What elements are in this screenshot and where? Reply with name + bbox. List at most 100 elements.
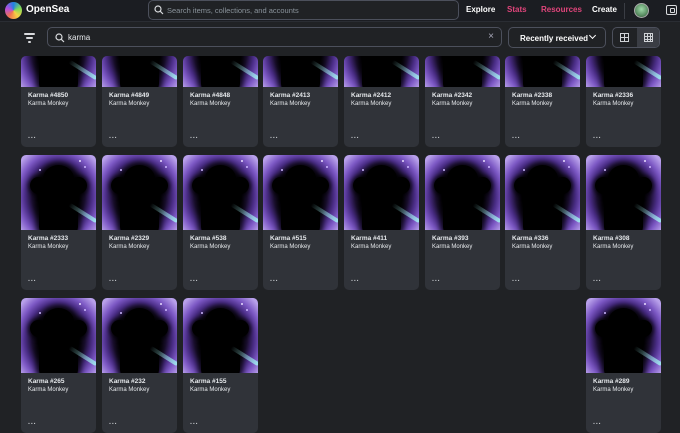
nft-title: Karma #2413	[270, 92, 311, 99]
nft-image[interactable]	[183, 56, 258, 87]
nft-image[interactable]	[21, 298, 96, 373]
more-options-button[interactable]: ···	[432, 135, 441, 142]
nft-collection-name: Karma Monkey	[351, 244, 392, 250]
view-mode-toggle	[612, 27, 660, 48]
global-search-input[interactable]: Search items, collections, and accounts	[148, 0, 459, 20]
nft-image[interactable]	[344, 155, 419, 230]
more-options-button[interactable]: ···	[432, 278, 441, 285]
nft-card[interactable]: Karma #155 Karma Monkey ···	[183, 298, 258, 433]
more-options-button[interactable]: ···	[593, 421, 602, 428]
more-options-button[interactable]: ···	[593, 135, 602, 142]
nft-title: Karma #2329	[109, 235, 150, 242]
nft-title: Karma #265	[28, 378, 65, 385]
nft-image[interactable]	[505, 155, 580, 230]
more-options-button[interactable]: ···	[28, 135, 37, 142]
more-options-button[interactable]: ···	[109, 135, 118, 142]
nft-image[interactable]	[586, 298, 661, 373]
brand-name[interactable]: OpenSea	[26, 4, 69, 15]
nft-card[interactable]: Karma #2329 Karma Monkey ···	[102, 155, 177, 290]
more-options-button[interactable]: ···	[512, 135, 521, 142]
nft-card[interactable]: Karma #308 Karma Monkey ···	[586, 155, 661, 290]
nft-card[interactable]: Karma #4850 Karma Monkey ···	[21, 56, 96, 147]
nft-card[interactable]: Karma #232 Karma Monkey ···	[102, 298, 177, 433]
nft-image[interactable]	[102, 298, 177, 373]
more-options-button[interactable]: ···	[109, 278, 118, 285]
more-options-button[interactable]: ···	[270, 135, 279, 142]
small-grid-view-button[interactable]	[637, 28, 659, 47]
top-navigation-bar: OpenSea Search items, collections, and a…	[0, 0, 680, 22]
more-options-button[interactable]: ···	[351, 135, 360, 142]
wallet-icon[interactable]	[666, 5, 677, 15]
more-options-button[interactable]: ···	[270, 278, 279, 285]
more-options-button[interactable]: ···	[190, 135, 199, 142]
sort-dropdown-label: Recently received	[520, 34, 589, 43]
large-grid-view-button[interactable]	[613, 28, 637, 47]
nft-collection-name: Karma Monkey	[512, 244, 553, 250]
nft-card[interactable]: Karma #265 Karma Monkey ···	[21, 298, 96, 433]
nft-image[interactable]	[21, 56, 96, 87]
more-options-button[interactable]: ···	[190, 278, 199, 285]
opensea-logo-icon[interactable]	[5, 2, 22, 19]
more-options-button[interactable]: ···	[512, 278, 521, 285]
nft-title: Karma #232	[109, 378, 146, 385]
more-options-button[interactable]: ···	[28, 278, 37, 285]
nft-card[interactable]: Karma #2412 Karma Monkey ···	[344, 56, 419, 147]
nft-collection-name: Karma Monkey	[109, 387, 150, 393]
more-options-button[interactable]: ···	[351, 278, 360, 285]
nft-collection-name: Karma Monkey	[593, 244, 634, 250]
nft-card[interactable]: Karma #411 Karma Monkey ···	[344, 155, 419, 290]
nft-image[interactable]	[263, 155, 338, 230]
nft-image[interactable]	[183, 298, 258, 373]
nft-image[interactable]	[586, 56, 661, 87]
more-options-button[interactable]: ···	[593, 278, 602, 285]
clear-search-icon[interactable]: ×	[488, 31, 494, 42]
filter-toggle-icon[interactable]	[24, 31, 38, 43]
nft-image[interactable]	[263, 56, 338, 87]
nft-card[interactable]: Karma #4849 Karma Monkey ···	[102, 56, 177, 147]
search-icon	[55, 33, 65, 43]
nft-card[interactable]: Karma #2333 Karma Monkey ···	[21, 155, 96, 290]
nft-title: Karma #2333	[28, 235, 69, 242]
profile-avatar[interactable]	[634, 3, 649, 18]
more-options-button[interactable]: ···	[109, 421, 118, 428]
nft-title: Karma #2412	[351, 92, 392, 99]
nft-collection-name: Karma Monkey	[270, 101, 311, 107]
nav-create[interactable]: Create	[592, 5, 617, 14]
nft-title: Karma #308	[593, 235, 630, 242]
nft-image[interactable]	[586, 155, 661, 230]
nft-image[interactable]	[21, 155, 96, 230]
nft-image[interactable]	[183, 155, 258, 230]
nav-explore[interactable]: Explore	[466, 5, 495, 14]
global-search-placeholder: Search items, collections, and accounts	[167, 6, 299, 15]
nft-card[interactable]: Karma #2336 Karma Monkey ···	[586, 56, 661, 147]
more-options-button[interactable]: ···	[190, 421, 199, 428]
sort-dropdown[interactable]: Recently received	[508, 27, 606, 48]
nft-card[interactable]: Karma #2338 Karma Monkey ···	[505, 56, 580, 147]
nft-card[interactable]: Karma #2413 Karma Monkey ···	[263, 56, 338, 147]
nav-stats[interactable]: Stats	[507, 5, 527, 14]
nft-title: Karma #289	[593, 378, 630, 385]
nft-card[interactable]: Karma #538 Karma Monkey ···	[183, 155, 258, 290]
nft-card[interactable]: Karma #2342 Karma Monkey ···	[425, 56, 500, 147]
collection-search-input[interactable]: karma ×	[47, 27, 502, 47]
nft-image[interactable]	[425, 155, 500, 230]
nft-card[interactable]: Karma #336 Karma Monkey ···	[505, 155, 580, 290]
nft-collection-name: Karma Monkey	[190, 387, 231, 393]
nft-card[interactable]: Karma #4848 Karma Monkey ···	[183, 56, 258, 147]
nft-title: Karma #411	[351, 235, 388, 242]
nft-image[interactable]	[102, 56, 177, 87]
nft-image[interactable]	[102, 155, 177, 230]
nft-collection-name: Karma Monkey	[28, 244, 69, 250]
nft-image[interactable]	[505, 56, 580, 87]
nft-title: Karma #393	[432, 235, 469, 242]
more-options-button[interactable]: ···	[28, 421, 37, 428]
nft-card[interactable]: Karma #515 Karma Monkey ···	[263, 155, 338, 290]
nav-resources[interactable]: Resources	[541, 5, 582, 14]
nft-collection-name: Karma Monkey	[512, 101, 553, 107]
nft-image[interactable]	[425, 56, 500, 87]
nft-collection-name: Karma Monkey	[593, 101, 634, 107]
nft-card[interactable]: Karma #289 Karma Monkey ···	[586, 298, 661, 433]
nft-image[interactable]	[344, 56, 419, 87]
nft-card[interactable]: Karma #393 Karma Monkey ···	[425, 155, 500, 290]
nft-title: Karma #4848	[190, 92, 231, 99]
